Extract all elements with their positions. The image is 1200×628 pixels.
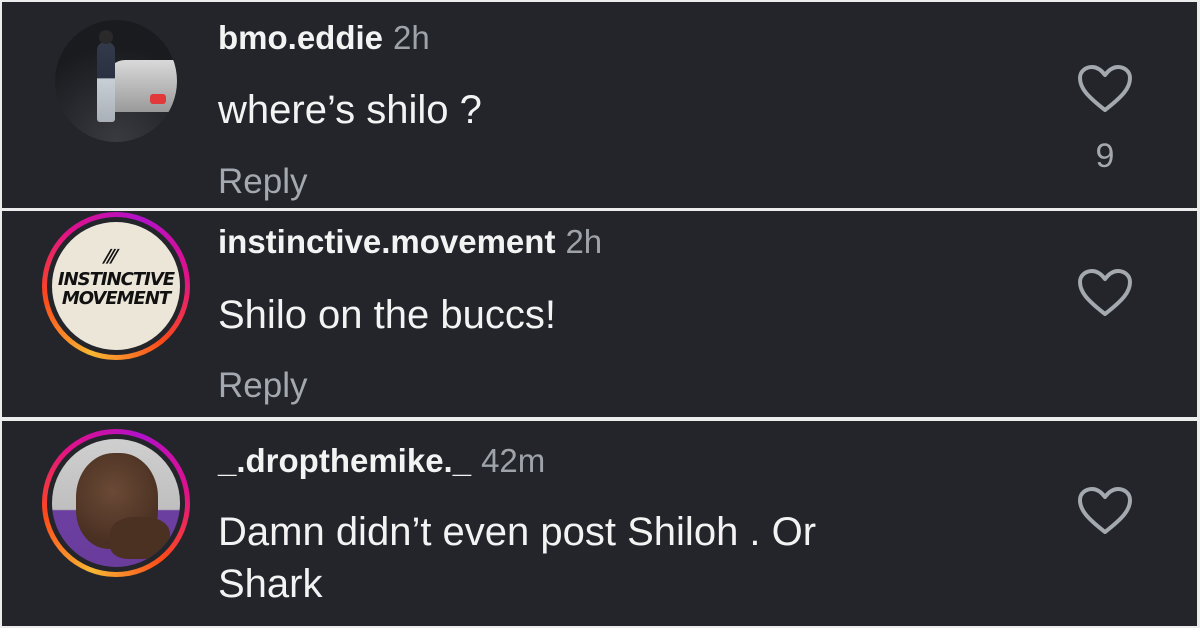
timestamp: 2h <box>565 223 603 260</box>
reply-button[interactable]: Reply <box>218 160 307 204</box>
car-taillight <box>150 94 166 104</box>
person-head <box>99 30 113 44</box>
car-shape <box>107 60 177 112</box>
comment-meta: _.dropthemike._ 42m <box>218 441 545 481</box>
username[interactable]: bmo.eddie <box>218 19 383 56</box>
comment-text: where’s shilo ? <box>218 88 482 132</box>
logo-line-1: INSTINCTIVE <box>57 269 175 290</box>
comments-screenshot: /// INSTINCTIVE MOVEMENT bmo.eddie 2h wh… <box>0 0 1200 628</box>
timestamp: 2h <box>393 19 430 56</box>
heart-icon[interactable] <box>1077 486 1133 536</box>
comment-text-line-1: Damn didn’t even post Shiloh . Or <box>218 510 817 554</box>
timestamp: 42m <box>481 442 546 479</box>
comment-text: Damn didn’t even post Shiloh . Or Shark <box>218 506 1018 610</box>
comment-meta: bmo.eddie 2h <box>218 18 430 58</box>
person-shape <box>97 42 115 122</box>
avatar[interactable] <box>52 439 180 567</box>
hand-shape <box>110 517 170 559</box>
logo-claw-marks: /// <box>101 246 118 267</box>
heart-icon[interactable] <box>1077 268 1133 318</box>
like-count: 9 <box>1095 137 1115 175</box>
heart-icon[interactable] <box>1077 64 1133 114</box>
avatar[interactable] <box>55 20 177 142</box>
logo-line-2: MOVEMENT <box>61 288 171 309</box>
story-ring[interactable]: /// INSTINCTIVE MOVEMENT <box>42 212 190 360</box>
logo-text: INSTINCTIVE MOVEMENT <box>52 270 180 308</box>
avatar-photo <box>52 439 180 567</box>
comment-text-line-2: Shark <box>218 562 323 606</box>
instinctive-movement-logo: /// INSTINCTIVE MOVEMENT <box>52 222 180 350</box>
story-ring[interactable] <box>42 429 190 577</box>
reply-button[interactable]: Reply <box>218 364 307 408</box>
avatar[interactable]: /// INSTINCTIVE MOVEMENT <box>52 222 180 350</box>
avatar-photo <box>55 20 177 142</box>
comment-text: Shilo on the buccs! <box>218 293 556 337</box>
username[interactable]: instinctive.movement <box>218 223 555 260</box>
username[interactable]: _.dropthemike._ <box>218 442 471 479</box>
comment-meta: instinctive.movement 2h <box>218 222 602 262</box>
